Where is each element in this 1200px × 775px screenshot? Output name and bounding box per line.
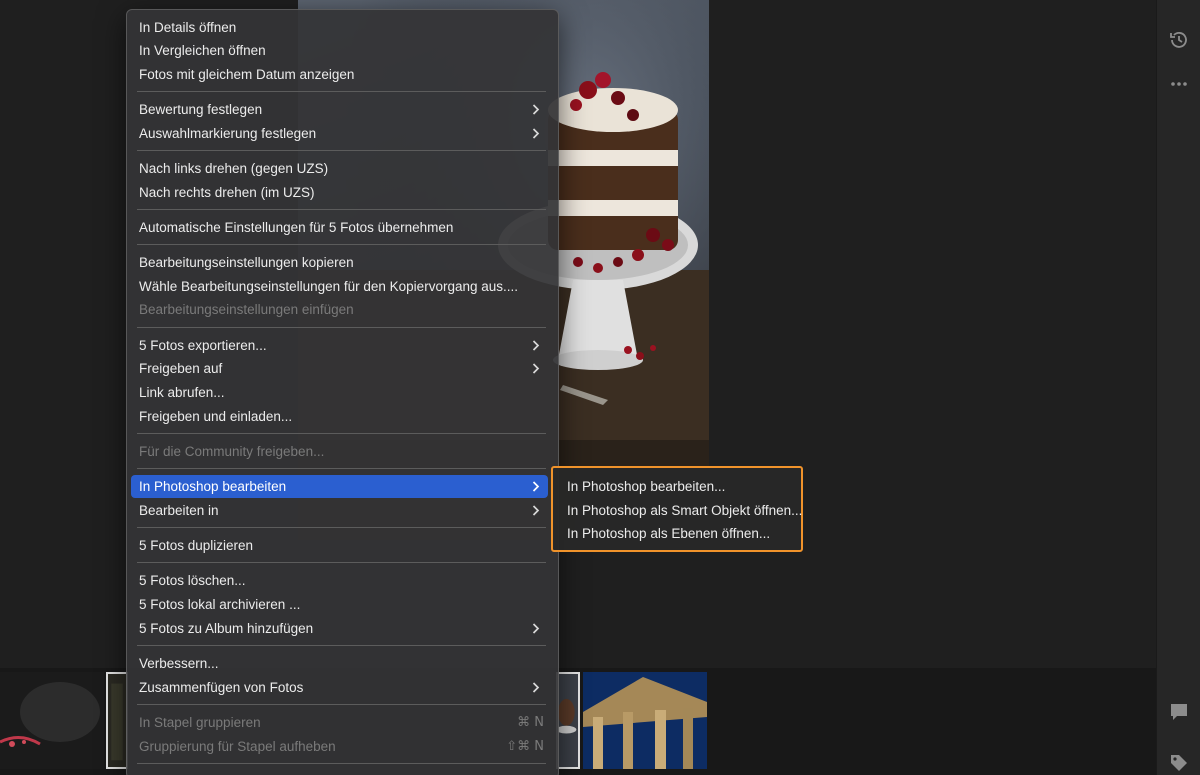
menu-separator <box>137 527 546 528</box>
thumbnail-3[interactable] <box>556 672 580 769</box>
menu-item-choose-edit-settings[interactable]: Wähle Bearbeitungseinstellungen für den … <box>131 275 548 298</box>
chevron-right-icon <box>532 499 542 522</box>
menu-item-copy-edit-settings[interactable]: Bearbeitungseinstellungen kopieren <box>131 251 548 274</box>
menu-item-delete[interactable]: 5 Fotos löschen... <box>131 569 548 592</box>
menu-item-get-link[interactable]: Link abrufen... <box>131 381 548 404</box>
context-menu: In Details öffnen In Vergleichen öffnen … <box>126 9 559 775</box>
thumbnail-image <box>558 674 578 767</box>
menu-separator <box>137 468 546 469</box>
menu-item-export[interactable]: 5 Fotos exportieren... <box>131 334 548 357</box>
menu-separator <box>137 91 546 92</box>
comment-icon[interactable] <box>1168 701 1190 723</box>
photoshop-submenu: In Photoshop bearbeiten... In Photoshop … <box>551 466 803 552</box>
menu-item-auto-settings[interactable]: Automatische Einstellungen für 5 Fotos ü… <box>131 216 548 239</box>
menu-separator <box>137 209 546 210</box>
thumbnail-4[interactable] <box>583 672 707 769</box>
thumbnail-1[interactable] <box>0 672 104 769</box>
menu-item-rotate-right[interactable]: Nach rechts drehen (im UZS) <box>131 181 548 204</box>
menu-item-edit-in[interactable]: Bearbeiten in <box>131 499 548 522</box>
menu-item-enhance[interactable]: Verbessern... <box>131 652 548 675</box>
chevron-right-icon <box>532 98 542 121</box>
tag-icon[interactable] <box>1168 752 1190 774</box>
menu-separator <box>137 562 546 563</box>
menu-item-edit-in-photoshop[interactable]: In Photoshop bearbeiten <box>131 475 548 498</box>
thumbnail-image <box>583 672 707 769</box>
menu-item-share-invite[interactable]: Freigeben und einladen... <box>131 405 548 428</box>
menu-separator <box>137 704 546 705</box>
chevron-right-icon <box>532 334 542 357</box>
history-icon[interactable] <box>1168 29 1190 51</box>
menu-separator <box>137 244 546 245</box>
menu-separator <box>137 150 546 151</box>
thumbnail-image <box>108 674 126 767</box>
menu-separator <box>137 763 546 764</box>
menu-item-set-rating[interactable]: Bewertung festlegen <box>131 98 548 121</box>
menu-item-merge-photos[interactable]: Zusammenfügen von Fotos <box>131 676 548 699</box>
thumbnail-2[interactable] <box>106 672 128 769</box>
menu-item-same-date[interactable]: Fotos mit gleichem Datum anzeigen <box>131 63 548 86</box>
submenu-item-open-as-layers[interactable]: In Photoshop als Ebenen öffnen... <box>567 522 770 545</box>
chevron-right-icon <box>532 357 542 380</box>
menu-separator <box>137 433 546 434</box>
chevron-right-icon <box>532 617 542 640</box>
menu-separator <box>137 645 546 646</box>
chevron-right-icon <box>532 676 542 699</box>
more-icon[interactable] <box>1168 73 1190 95</box>
menu-item-ungroup-stack: Gruppierung für Stapel aufheben ⇧⌘ N <box>131 735 548 758</box>
shortcut-label: ⌘ N <box>517 715 544 730</box>
menu-item-duplicate[interactable]: 5 Fotos duplizieren <box>131 534 548 557</box>
menu-item-open-compare[interactable]: In Vergleichen öffnen <box>131 39 548 62</box>
submenu-item-open-smart-object[interactable]: In Photoshop als Smart Objekt öffnen... <box>567 499 802 522</box>
right-panel <box>1156 0 1200 775</box>
menu-item-rotate-left[interactable]: Nach links drehen (gegen UZS) <box>131 157 548 180</box>
menu-item-set-flag[interactable]: Auswahlmarkierung festlegen <box>131 122 548 145</box>
thumbnail-image <box>0 672 104 769</box>
chevron-right-icon <box>532 122 542 145</box>
menu-item-share-community: Für die Community freigeben... <box>139 444 325 459</box>
menu-separator <box>137 327 546 328</box>
menu-item-archive-local[interactable]: 5 Fotos lokal archivieren ... <box>131 593 548 616</box>
shortcut-label: ⇧⌘ N <box>506 739 544 754</box>
chevron-right-icon <box>532 475 542 498</box>
submenu-item-edit-in-photoshop[interactable]: In Photoshop bearbeiten... <box>567 475 725 498</box>
menu-item-paste-edit-settings: Bearbeitungseinstellungen einfügen <box>139 302 354 317</box>
menu-item-add-to-album[interactable]: 5 Fotos zu Album hinzufügen <box>131 617 548 640</box>
menu-item-share-to[interactable]: Freigeben auf <box>131 357 548 380</box>
menu-item-open-details[interactable]: In Details öffnen <box>131 16 548 39</box>
menu-item-group-stack: In Stapel gruppieren ⌘ N <box>131 711 548 734</box>
